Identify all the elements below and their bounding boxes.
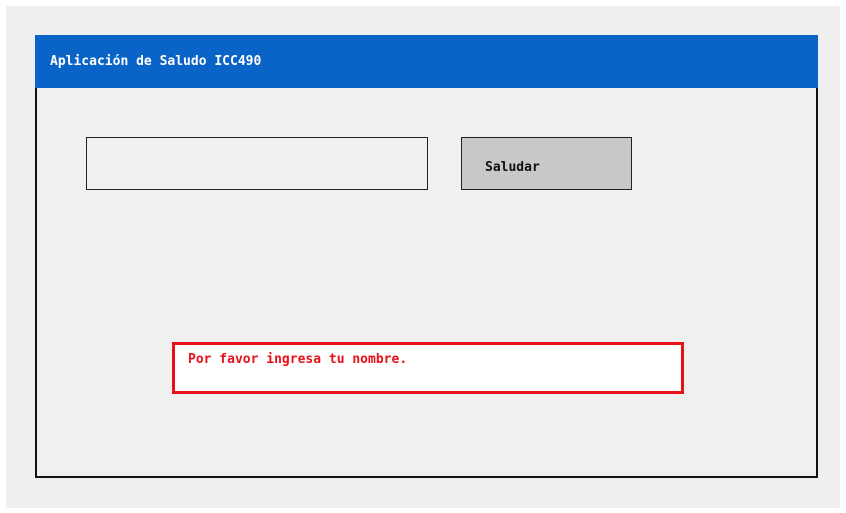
app-window [35, 35, 818, 478]
error-message: Por favor ingresa tu nombre. [172, 342, 684, 394]
page: Aplicación de Saludo ICC490 Saludar Por … [0, 0, 846, 513]
name-input[interactable] [86, 137, 428, 190]
greet-button[interactable]: Saludar [461, 137, 632, 190]
window-title: Aplicación de Saludo ICC490 [35, 35, 818, 88]
